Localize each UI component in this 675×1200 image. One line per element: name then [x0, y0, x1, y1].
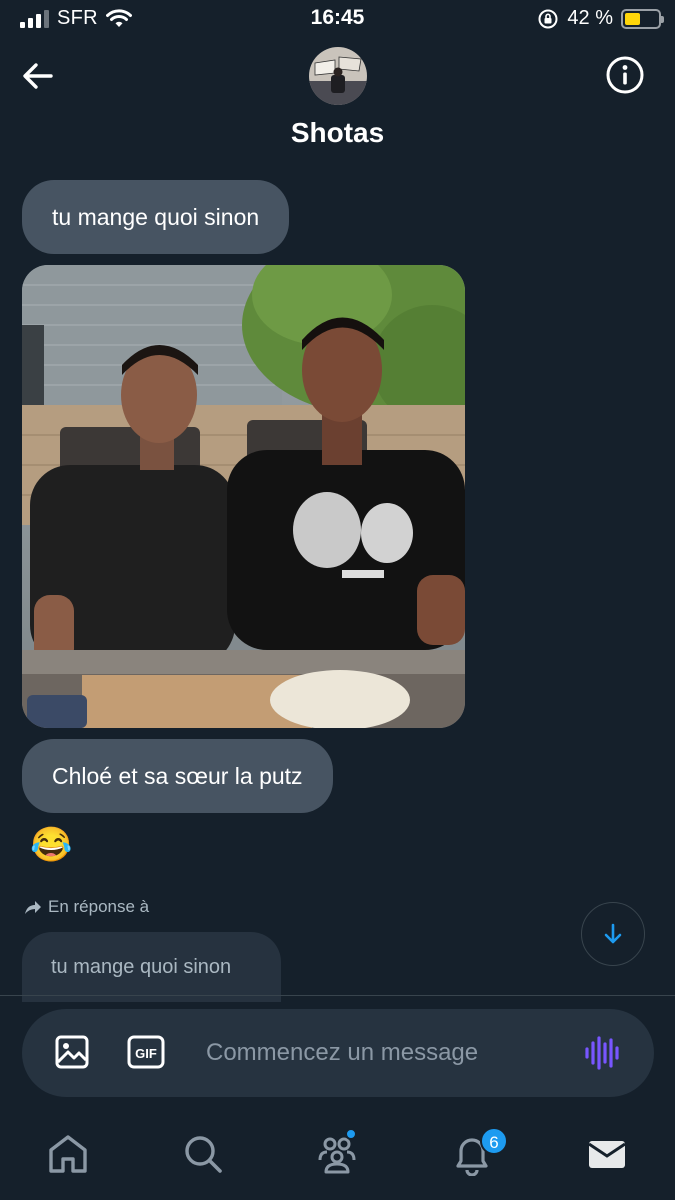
photo-attachment	[22, 265, 465, 728]
emoji-message[interactable]: 😂	[30, 825, 72, 865]
battery-percent: 42 %	[567, 7, 613, 29]
info-circle-icon	[606, 56, 644, 94]
communities-notification-dot	[345, 1128, 357, 1140]
message-bubble[interactable]: Chloé et sa sœur la putz	[22, 739, 333, 813]
gif-label: GIF	[135, 1046, 157, 1061]
rotation-lock-icon	[538, 9, 558, 28]
message-text: Chloé et sa sœur la putz	[52, 763, 303, 789]
avatar-image	[309, 47, 367, 105]
conversation-info-button[interactable]	[604, 54, 646, 96]
search-icon	[185, 1136, 222, 1173]
home-icon	[49, 1135, 87, 1173]
tab-messages[interactable]	[585, 1132, 629, 1176]
mail-icon	[588, 1141, 626, 1168]
back-button[interactable]	[18, 56, 58, 96]
arrow-left-icon	[23, 63, 53, 89]
conversation-header: Shotas	[0, 38, 675, 168]
quoted-message-text: tu mange quoi sinon	[51, 956, 232, 978]
gif-icon: GIF	[127, 1035, 165, 1069]
message-photo[interactable]	[22, 265, 465, 728]
quoted-message[interactable]: tu mange quoi sinon	[22, 932, 281, 1002]
tab-home[interactable]	[46, 1132, 90, 1176]
message-text: tu mange quoi sinon	[52, 204, 260, 230]
add-gif-button[interactable]: GIF	[127, 1034, 165, 1070]
reply-arrow-icon	[25, 901, 41, 914]
avatar[interactable]	[309, 47, 367, 105]
scroll-to-bottom-button[interactable]	[581, 902, 645, 966]
battery-icon	[621, 8, 664, 29]
message-bubble[interactable]: tu mange quoi sinon	[22, 180, 290, 254]
voice-message-button[interactable]	[583, 1035, 623, 1071]
status-right: 42 %	[537, 7, 664, 30]
bottom-tab-bar: 6	[0, 1112, 675, 1200]
add-image-button[interactable]	[54, 1034, 90, 1070]
battery-level	[625, 12, 641, 25]
reply-label-text: En réponse à	[48, 897, 150, 916]
arrow-down-icon	[604, 923, 622, 944]
reply-indicator: En réponse à	[24, 897, 149, 917]
tab-search[interactable]	[181, 1132, 225, 1176]
conversation-title[interactable]: Shotas	[0, 117, 675, 149]
status-bar: SFR 16:45 42 %	[0, 0, 675, 38]
message-input[interactable]	[206, 1009, 576, 1097]
notifications-badge: 6	[480, 1127, 508, 1155]
composer-divider	[0, 995, 675, 996]
image-icon	[55, 1035, 89, 1069]
voice-waveform-icon	[585, 1036, 619, 1070]
message-composer: GIF	[22, 1009, 654, 1097]
